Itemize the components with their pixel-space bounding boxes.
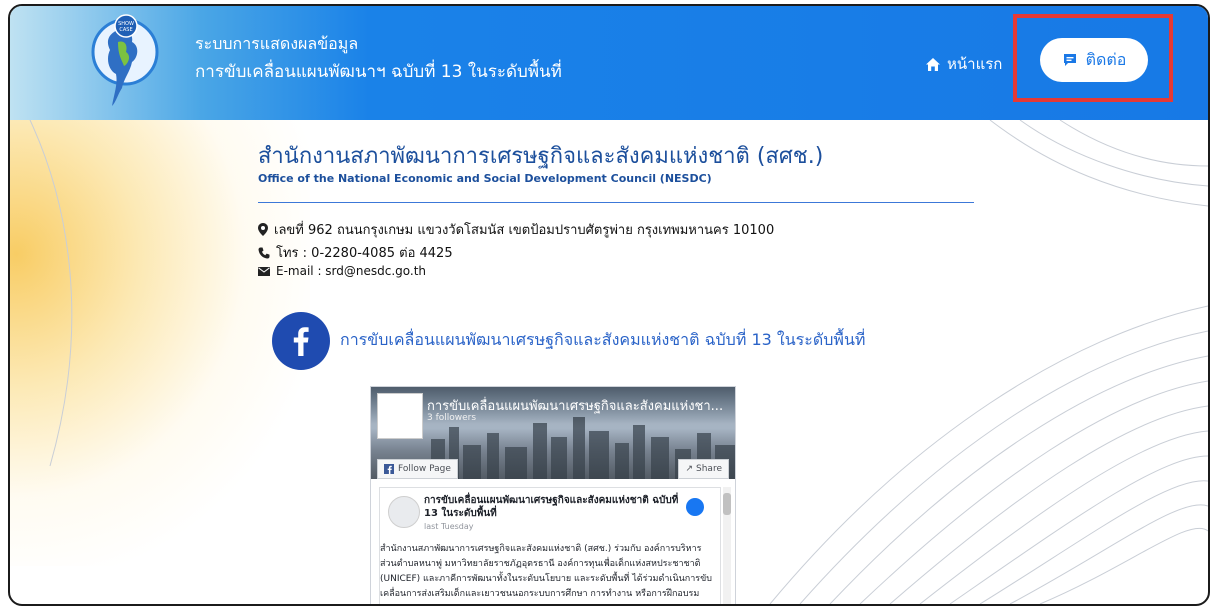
showcase-logo[interactable]: SHOW CASE xyxy=(88,12,162,108)
fb-followers-count: 3 followers xyxy=(427,413,477,423)
facebook-icon[interactable] xyxy=(272,312,330,370)
site-title-line1: ระบบการแสดงผลข้อมูล xyxy=(195,34,359,53)
message-icon xyxy=(1063,54,1076,66)
address-row: เลขที่ 962 ถนนกรุงเกษม แขวงวัดโสมนัส เขต… xyxy=(258,219,774,240)
background-glow xyxy=(10,46,310,566)
facebook-page-link[interactable]: การขับเคลื่อนแผนพัฒนาเศรษฐกิจและสังคมแห่… xyxy=(340,328,865,353)
email-row: E-mail : srd@nesdc.go.th xyxy=(258,264,426,278)
share-label: Share xyxy=(696,464,722,474)
nav-home-label: หน้าแรก xyxy=(947,55,1003,73)
follow-page-button[interactable]: Follow Page xyxy=(377,459,458,479)
post-title[interactable]: การขับเคลื่อนแผนพัฒนาเศรษฐกิจและสังคมแห่… xyxy=(424,494,682,520)
post-body-text: สำนักงานสภาพัฒนาการเศรษฐกิจและสังคมแห่งช… xyxy=(380,544,712,599)
cover-photo: การขับเคลื่อนแผนพัฒนาเศรษฐกิจและสังคมแห่… xyxy=(371,387,735,479)
phone-icon xyxy=(258,247,270,258)
share-icon: ↗ xyxy=(685,464,694,474)
top-header: SHOW CASE ระบบการแสดงผลข้อมูล การขับเคลื… xyxy=(10,6,1208,120)
home-icon xyxy=(926,57,940,71)
org-name-english: Office of the National Economic and Soci… xyxy=(258,172,712,185)
facebook-small-icon xyxy=(384,464,394,474)
location-pin-icon xyxy=(258,223,268,236)
org-name-thai: สำนักงานสภาพัฒนาการเศรษฐกิจและสังคมแห่งช… xyxy=(258,144,824,169)
share-button[interactable]: ↗ Share xyxy=(678,459,729,479)
email-text[interactable]: E-mail : srd@nesdc.go.th xyxy=(276,264,426,278)
phone-row: โทร : 0-2280-4085 ต่อ 4425 xyxy=(258,242,453,263)
facebook-logo-icon[interactable] xyxy=(686,498,704,516)
section-divider xyxy=(258,202,974,203)
envelope-icon xyxy=(258,266,270,276)
contact-label: ติดต่อ xyxy=(1085,49,1127,69)
widget-scrollbar[interactable] xyxy=(723,487,731,604)
nav-home-link[interactable]: หน้าแรก xyxy=(925,52,1002,76)
page-profile-picture[interactable] xyxy=(377,393,423,439)
site-title[interactable]: ระบบการแสดงผลข้อมูล การขับเคลื่อนแผนพัฒน… xyxy=(195,30,562,86)
logo-text-case: CASE xyxy=(119,27,132,33)
post-date[interactable]: last Tuesday xyxy=(424,522,474,531)
address-text: เลขที่ 962 ถนนกรุงเกษม แขวงวัดโสมนัส เขต… xyxy=(274,223,775,238)
site-title-line2: การขับเคลื่อนแผนพัฒนาฯ ฉบับที่ 13 ในระดั… xyxy=(195,62,562,82)
post-avatar[interactable] xyxy=(388,496,420,528)
phone-text: โทร : 0-2280-4085 ต่อ 4425 xyxy=(276,246,453,261)
browser-frame: SHOW CASE ระบบการแสดงผลข้อมูล การขับเคลื… xyxy=(8,4,1210,606)
scrollbar-thumb[interactable] xyxy=(723,493,731,515)
facebook-page-widget[interactable]: การขับเคลื่อนแผนพัฒนาเศรษฐกิจและสังคมแห่… xyxy=(370,386,736,604)
follow-page-label: Follow Page xyxy=(398,464,451,474)
contact-button[interactable]: ติดต่อ xyxy=(1040,38,1148,82)
facebook-post: การขับเคลื่อนแผนพัฒนาเศรษฐกิจและสังคมแห่… xyxy=(379,487,721,604)
